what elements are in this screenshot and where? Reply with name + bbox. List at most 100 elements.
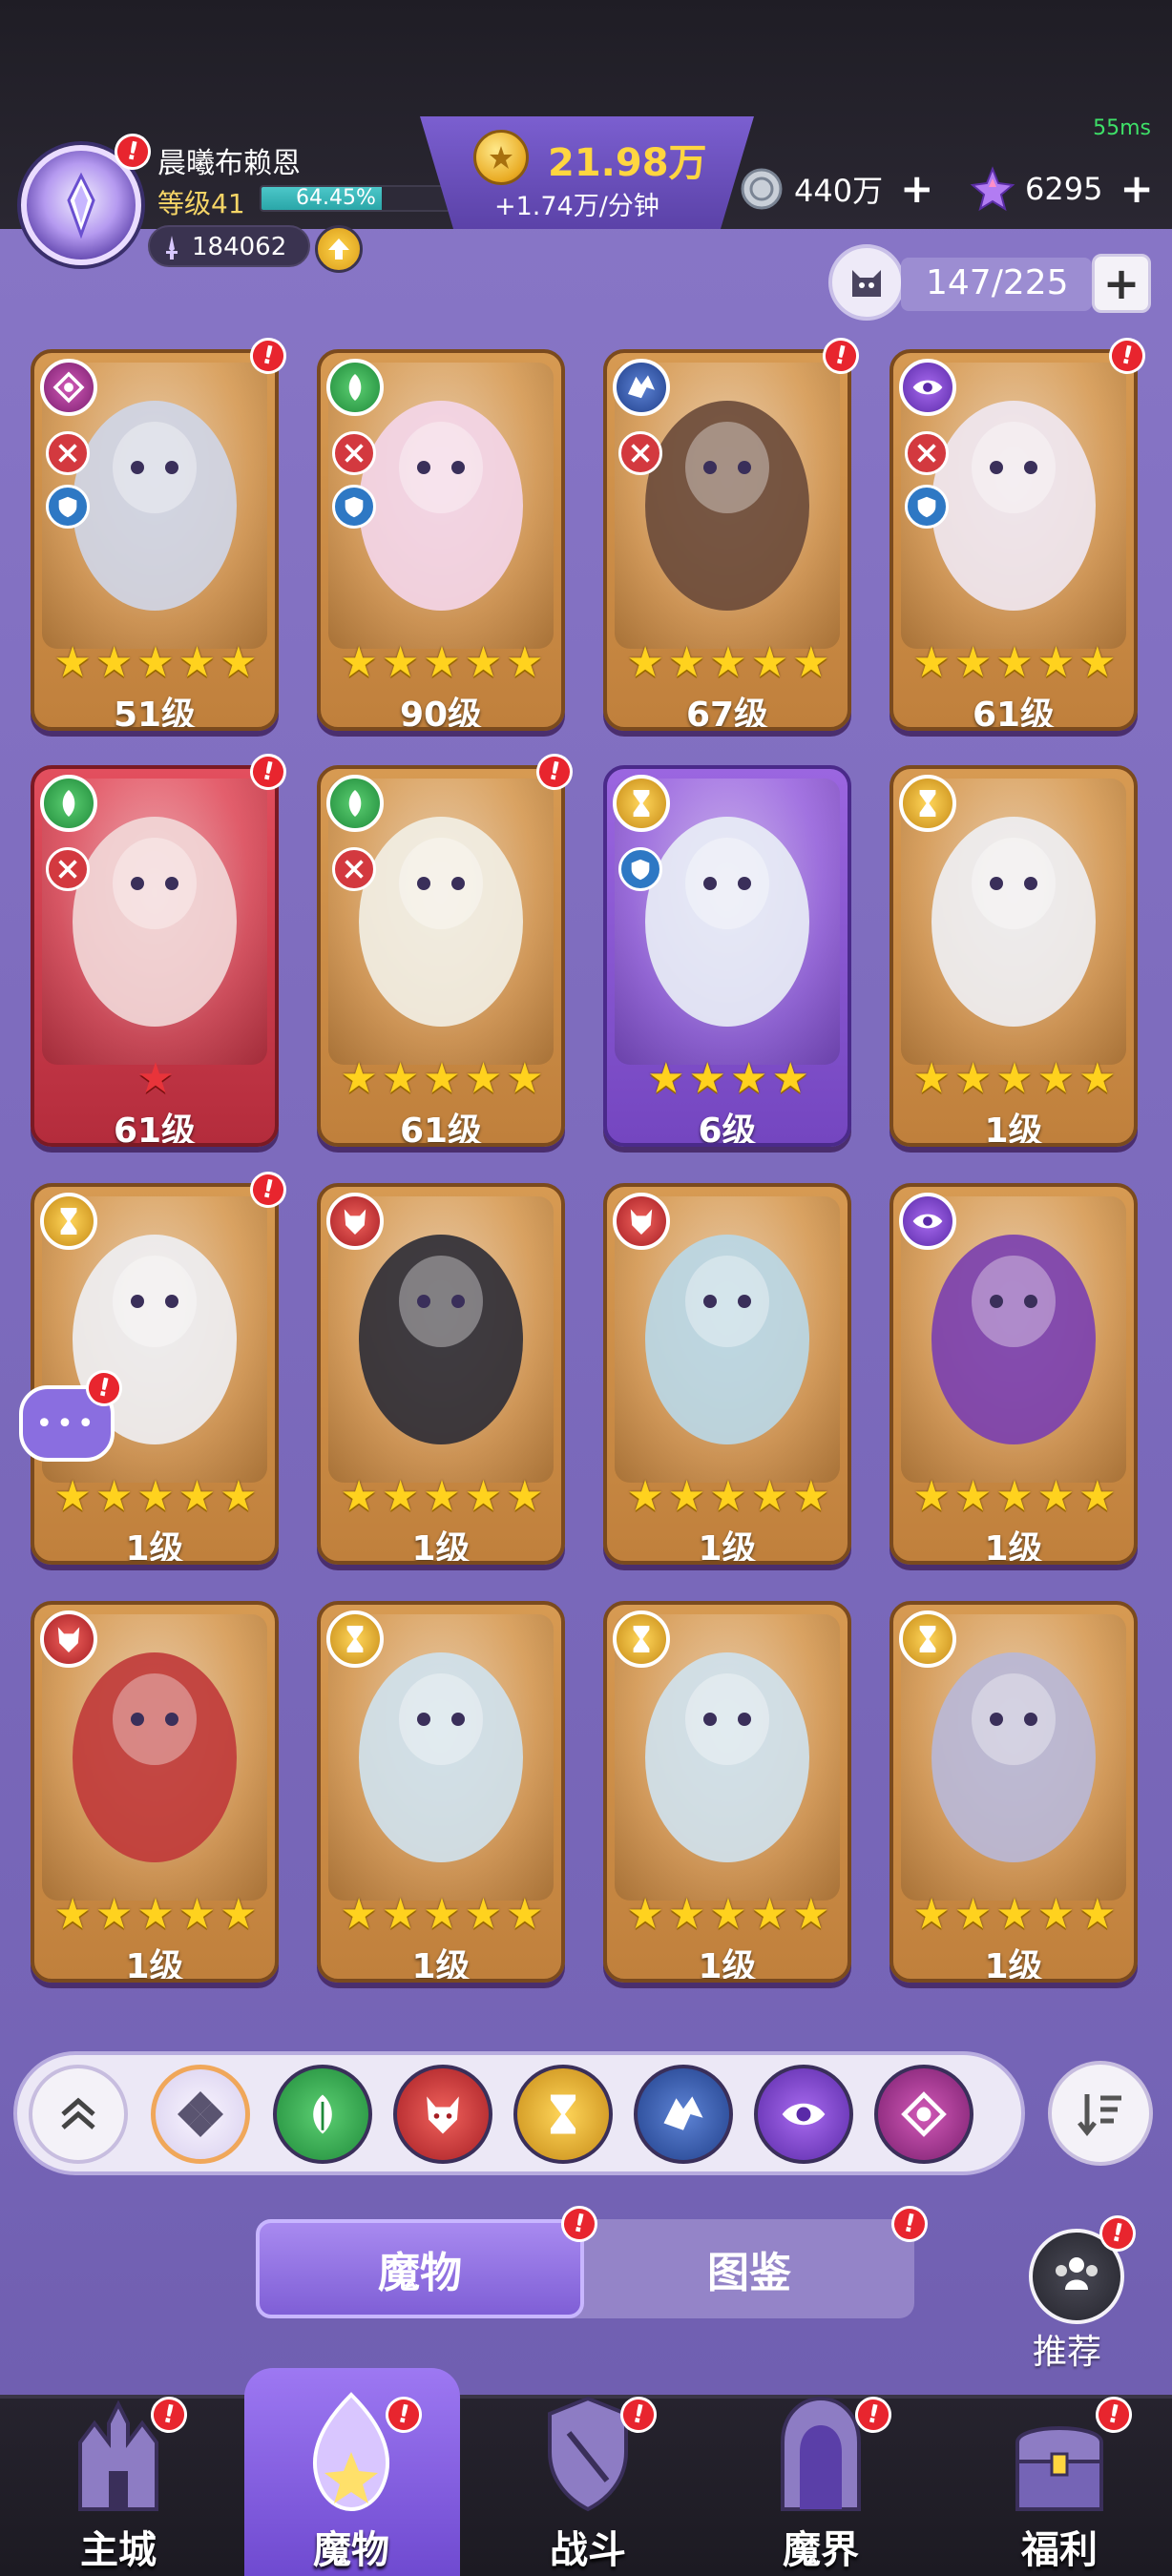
time-element-icon (613, 775, 670, 832)
monster-card[interactable]: ★ ★ ★ ★ ★ 1级 (889, 1183, 1138, 1565)
player-level: 等级41 (157, 188, 245, 219)
nature-icon (313, 2094, 332, 2134)
filter-wind-button[interactable] (874, 2065, 973, 2164)
exp-percent: 64.45% (296, 186, 376, 210)
star-icon: ★ (340, 1890, 378, 1939)
tab-monsters[interactable]: 魔物 (256, 2219, 584, 2318)
sort-icon (1078, 2094, 1121, 2137)
star-icon: ★ (1078, 638, 1117, 687)
filter-nature-button[interactable] (273, 2065, 372, 2164)
attack-role-icon (332, 431, 376, 475)
star-icon: ★ (709, 638, 747, 687)
monster-card[interactable]: ★ ★ ★ ★ ★ 1级 (603, 1601, 851, 1983)
star-icon: ★ (709, 1890, 747, 1939)
nav-label-monsters: 魔物 (313, 2528, 389, 2572)
star-icon: ★ (953, 1890, 993, 1939)
star-rating: ★ ★ ★ ★ ★ (328, 1055, 555, 1103)
gem-add-button[interactable]: + (1120, 169, 1153, 209)
star-icon: ★ (506, 1054, 544, 1103)
demon-element-icon (613, 1193, 670, 1250)
star-icon: ★ (647, 1054, 685, 1103)
nav-label-battle: 战斗 (550, 2528, 626, 2572)
dragon-icon (663, 2096, 703, 2130)
star-icon: ★ (340, 1054, 378, 1103)
sword-icon (166, 236, 178, 260)
filter-eye-button[interactable] (754, 2065, 853, 2164)
monster-card[interactable]: ★ ★ ★ ★ ★ 51级 (31, 349, 279, 731)
nav-label-welfare: 福利 (1021, 2528, 1098, 2572)
star-icon: ★ (771, 1054, 809, 1103)
star-icon: ★ (381, 1472, 420, 1521)
monster-level: 1级 (411, 1529, 471, 1565)
eye-element-icon (899, 359, 956, 416)
star-icon: ★ (53, 638, 92, 687)
monster-card[interactable]: ★ ★ ★ ★ ★ 67级 (603, 349, 851, 731)
monster-level: 1级 (125, 1529, 184, 1565)
star-icon: ★ (667, 1890, 706, 1939)
star-icon: ★ (750, 1472, 789, 1521)
monster-level: 1级 (984, 1111, 1043, 1147)
monster-card[interactable]: ★ ★ ★ ★ ★ 1级 (889, 765, 1138, 1147)
star-icon: ★ (912, 638, 951, 687)
monster-card[interactable]: ★ 61级 (31, 765, 279, 1147)
collapse-filter-button[interactable] (29, 2065, 128, 2164)
demon-icon (427, 2096, 459, 2134)
star-icon: ★ (995, 1054, 1034, 1103)
star-rating: ★ ★ ★ ★ ★ (42, 639, 269, 687)
monster-card[interactable]: ★ ★ ★ ★ ★ 1级 (31, 1601, 279, 1983)
star-icon: ★ (136, 1890, 175, 1939)
star-icon: ★ (626, 638, 664, 687)
crystal-icon (67, 172, 95, 239)
defense-role-icon (332, 485, 376, 529)
star-icon: ★ (953, 1472, 993, 1521)
star-rating: ★ ★ ★ ★ ★ (901, 1473, 1128, 1521)
sort-button[interactable] (1048, 2061, 1153, 2166)
monster-card[interactable]: ★ ★ ★ ★ ★ 61级 (889, 349, 1138, 731)
star-icon: ★ (912, 1890, 951, 1939)
star-icon: ★ (792, 1472, 830, 1521)
star-icon: ★ (1036, 1054, 1076, 1103)
all-elements-icon (178, 2091, 223, 2137)
monster-card[interactable]: ★ ★ ★ ★ 6级 (603, 765, 851, 1147)
star-icon: ★ (667, 638, 706, 687)
silver-add-button[interactable]: + (900, 169, 933, 209)
monster-card[interactable]: ★ ★ ★ ★ ★ 1级 (603, 1183, 851, 1565)
filter-demon-button[interactable] (393, 2065, 492, 2164)
star-icon: ★ (626, 1890, 664, 1939)
star-rating: ★ ★ ★ ★ (615, 1055, 842, 1103)
team-icon (1056, 2257, 1098, 2290)
monster-level: 61级 (113, 1111, 197, 1147)
star-icon: ★ (912, 1054, 951, 1103)
wind-icon (901, 2091, 947, 2137)
monster-card[interactable]: ★ ★ ★ ★ ★ 1级 (317, 1183, 565, 1565)
star-icon: ★ (792, 1890, 830, 1939)
filter-dragon-button[interactable] (634, 2065, 733, 2164)
filter-time-button[interactable] (513, 2065, 613, 2164)
star-icon: ★ (381, 638, 420, 687)
filter-all-button[interactable] (151, 2065, 250, 2164)
monster-card[interactable]: ★ ★ ★ ★ ★ 90级 (317, 349, 565, 731)
tab-codex[interactable]: 图鉴 (584, 2219, 914, 2318)
monster-card[interactable]: ★ ★ ★ ★ ★ 1级 (31, 1183, 279, 1565)
star-icon: ★ (53, 1472, 92, 1521)
monster-card[interactable]: ★ ★ ★ ★ ★ 1级 (317, 1601, 565, 1983)
monster-level: 1级 (698, 1529, 757, 1565)
star-icon: ★ (94, 1890, 134, 1939)
monster-level: 67级 (685, 696, 769, 731)
capacity-add-button[interactable]: + (1092, 254, 1151, 313)
nav-label-demon-realm: 魔界 (783, 2528, 859, 2572)
monster-card[interactable]: ★ ★ ★ ★ ★ 61级 (317, 765, 565, 1147)
attack-role-icon (332, 847, 376, 891)
monster-level: 1级 (125, 1947, 184, 1983)
dragon-element-icon (613, 359, 670, 416)
demon-element-icon (40, 1610, 97, 1668)
star-icon: ★ (688, 1054, 726, 1103)
time-element-icon (899, 775, 956, 832)
monster-card[interactable]: ★ ★ ★ ★ ★ 1级 (889, 1601, 1138, 1983)
star-icon: ★ (995, 638, 1034, 687)
hourglass-icon (550, 2094, 576, 2134)
star-icon: ★ (506, 638, 544, 687)
power-upgrade-button[interactable] (315, 225, 363, 273)
recommend-label: 推荐 (1033, 2333, 1102, 2372)
star-icon: ★ (340, 1472, 378, 1521)
